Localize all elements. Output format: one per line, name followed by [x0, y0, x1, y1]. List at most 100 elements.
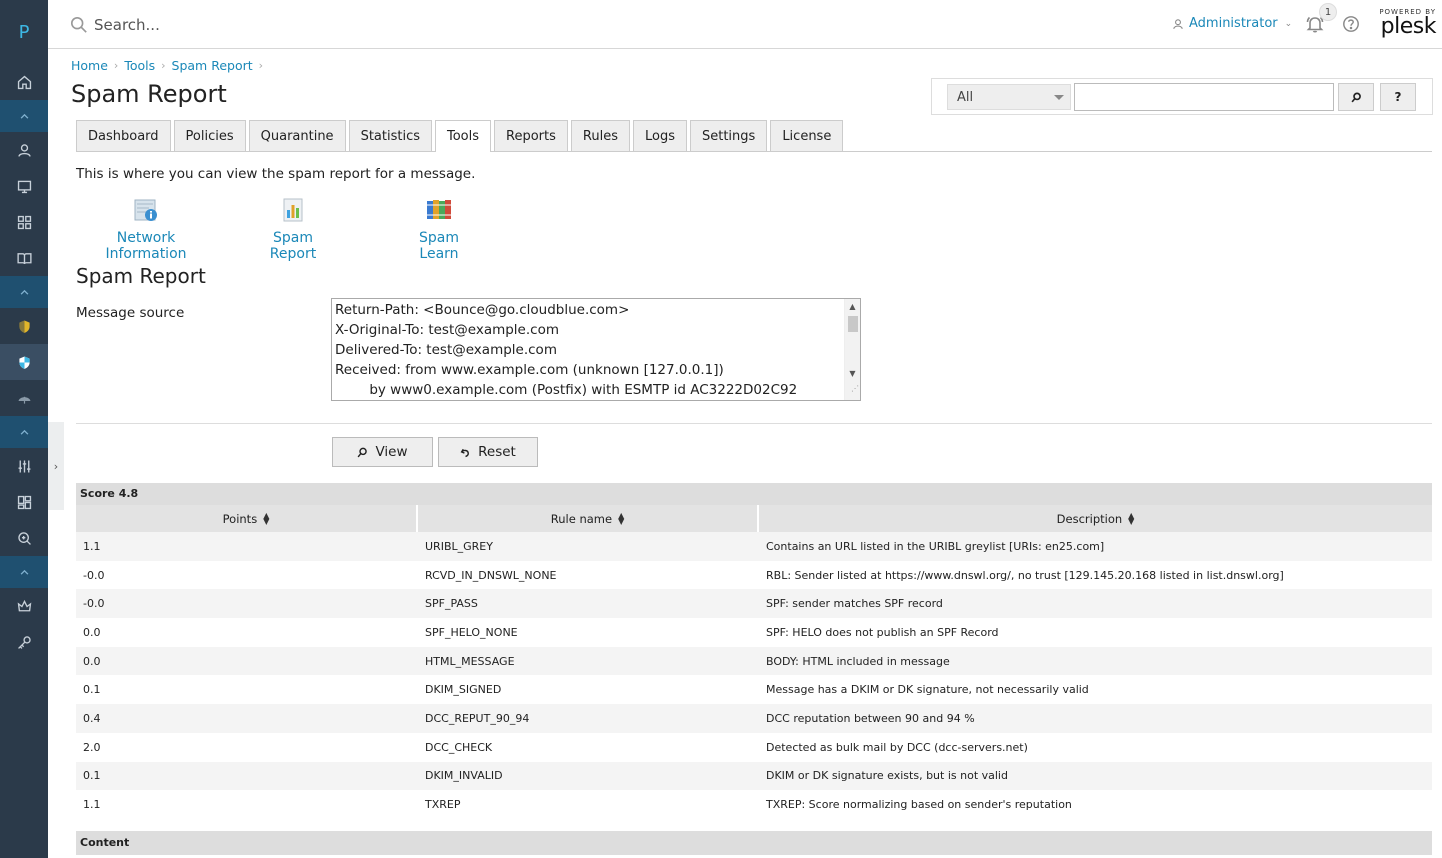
plesk-logo-icon[interactable]: P: [0, 0, 48, 64]
left-rail: P: [0, 0, 48, 858]
cell-rule-name: RCVD_IN_DNSWL_NONE: [425, 568, 557, 582]
sliders-icon[interactable]: [0, 448, 48, 484]
cell-points: 0.1: [83, 683, 101, 697]
spam-learn-icon: [427, 200, 451, 219]
book-icon[interactable]: [0, 240, 48, 276]
shield-yellow-icon[interactable]: [0, 308, 48, 344]
tab-license[interactable]: License: [770, 120, 844, 151]
cell-points: 0.0: [83, 625, 101, 639]
column-header-description[interactable]: Description ▲ ▼: [759, 505, 1432, 532]
monitor-icon[interactable]: [0, 168, 48, 204]
collapse-icon[interactable]: [0, 416, 48, 448]
search-icon: [1350, 92, 1361, 102]
source-line: by www0.example.com (Postfix) with ESMTP…: [335, 382, 798, 398]
filter-select[interactable]: All: [947, 84, 1071, 110]
column-header-label: Points: [222, 511, 258, 526]
collapse-icon[interactable]: [0, 556, 48, 588]
cell-points: 0.1: [83, 769, 101, 783]
cell-description: Detected as bulk mail by DCC (dcc-server…: [766, 740, 1028, 754]
cell-points: 2.0: [83, 740, 101, 754]
search-doc-icon[interactable]: [0, 520, 48, 556]
filter-search-input[interactable]: [1074, 83, 1334, 111]
search-icon: [70, 16, 87, 33]
tab-settings[interactable]: Settings: [689, 120, 768, 151]
column-header-rule-name[interactable]: Rule name ▲ ▼: [418, 505, 759, 532]
cell-description: SPF: HELO does not publish an SPF Record: [766, 625, 999, 639]
table-row: 2.0 DCC_CHECK Detected as bulk mail by DCC…: [76, 733, 1432, 762]
resize-grip-icon[interactable]: ⋰: [851, 379, 859, 399]
cell-description: BODY: HTML included in message: [766, 654, 950, 668]
breadcrumb-tools[interactable]: Tools: [124, 58, 155, 73]
user-name: Administrator: [1189, 16, 1278, 31]
cell-description: Message has a DKIM or DK signature, not …: [766, 683, 1089, 697]
tab-dashboard[interactable]: Dashboard: [76, 120, 171, 151]
shield-blue-icon[interactable]: [0, 344, 48, 380]
user-icon[interactable]: [0, 132, 48, 168]
table-row: 0.0 SPF_HELO_NONE SPF: HELO does not publi…: [76, 618, 1432, 647]
apps-icon[interactable]: [0, 204, 48, 240]
table-header: Points ▲ ▼ Rule name ▲ ▼ Description ▲ ▼: [76, 505, 1432, 532]
filter-selected-value: All: [957, 90, 974, 105]
tab-bar: Dashboard Policies Quarantine Statistics…: [76, 120, 1432, 152]
cell-rule-name: TXREP: [425, 798, 461, 812]
user-icon: [1173, 18, 1183, 29]
dashboard-icon[interactable]: [0, 484, 48, 520]
plesk-brand[interactable]: POWERED BY plesk: [1376, 8, 1436, 38]
cell-description: SPF: sender matches SPF record: [766, 597, 943, 611]
tool-spam-learn-label: Spam Learn: [419, 230, 459, 262]
source-line: X-Original-To: test@example.com: [335, 322, 559, 338]
table-row: 0.1 DKIM_SIGNED Message has a DKIM or DK s…: [76, 675, 1432, 704]
spam-report-icon: [283, 198, 303, 222]
notification-count-badge: 1: [1319, 3, 1337, 21]
tab-quarantine[interactable]: Quarantine: [248, 120, 346, 151]
column-header-points[interactable]: Points ▲ ▼: [76, 505, 418, 532]
tool-network-information[interactable]: Network Information: [77, 196, 215, 262]
section-title: Spam Report: [76, 264, 206, 288]
source-line: Return-Path: <Bounce@go.cloudblue.com>: [335, 302, 630, 318]
search-button[interactable]: [1338, 83, 1374, 111]
message-source-textarea[interactable]: Return-Path: <Bounce@go.cloudblue.com> X…: [331, 298, 861, 401]
umbrella-icon[interactable]: [0, 380, 48, 416]
breadcrumb: Home › Tools › Spam Report ›: [71, 58, 263, 73]
search-help-button[interactable]: ?: [1380, 83, 1416, 111]
tab-rules[interactable]: Rules: [570, 120, 630, 151]
cell-points: 0.0: [83, 654, 101, 668]
home-icon[interactable]: [0, 64, 48, 100]
scroll-up-icon[interactable]: ▲: [845, 300, 860, 314]
cell-rule-name: SPF_HELO_NONE: [425, 625, 518, 639]
table-row: 1.1 URIBL_GREY Contains an URL listed in t…: [76, 532, 1432, 561]
message-source-label: Message source: [76, 305, 185, 321]
cell-rule-name: DCC_REPUT_90_94: [425, 711, 530, 725]
tab-statistics[interactable]: Statistics: [348, 120, 432, 151]
dropdown-arrow-icon: [1054, 95, 1064, 100]
chevron-down-icon: ⌄: [1284, 18, 1293, 29]
tool-network-information-label: Network Information: [105, 230, 187, 262]
tool-spam-learn[interactable]: Spam Learn: [399, 196, 479, 262]
cell-rule-name: DKIM_SIGNED: [425, 683, 502, 697]
cell-description: DKIM or DK signature exists, but is not …: [766, 769, 1008, 783]
breadcrumb-spam-report[interactable]: Spam Report: [172, 58, 253, 73]
key-icon[interactable]: [0, 624, 48, 660]
collapse-icon[interactable]: [0, 276, 48, 308]
tab-tools[interactable]: Tools: [435, 120, 492, 152]
cell-description: DCC reputation between 90 and 94 %: [766, 711, 975, 725]
user-menu[interactable]: Administrator ⌄: [1172, 16, 1292, 31]
reset-button[interactable]: Reset: [438, 437, 538, 467]
collapse-icon[interactable]: [0, 100, 48, 132]
scroll-thumb[interactable]: [848, 316, 858, 332]
plesk-wordmark: plesk: [1380, 14, 1437, 39]
tab-reports[interactable]: Reports: [494, 120, 568, 151]
help-icon[interactable]: [1342, 15, 1360, 33]
expand-rail-toggle[interactable]: ›: [48, 422, 64, 510]
undo-icon: [460, 448, 470, 457]
view-button[interactable]: View: [332, 437, 433, 467]
content-header: Content: [76, 831, 1432, 855]
tab-policies[interactable]: Policies: [173, 120, 246, 151]
tool-spam-report[interactable]: Spam Report: [250, 196, 336, 262]
global-search-input[interactable]: [94, 12, 494, 38]
reset-button-label: Reset: [478, 444, 516, 460]
breadcrumb-home[interactable]: Home: [71, 58, 108, 73]
tab-logs[interactable]: Logs: [632, 120, 687, 151]
crown-icon[interactable]: [0, 588, 48, 624]
cell-rule-name: HTML_MESSAGE: [425, 654, 515, 668]
